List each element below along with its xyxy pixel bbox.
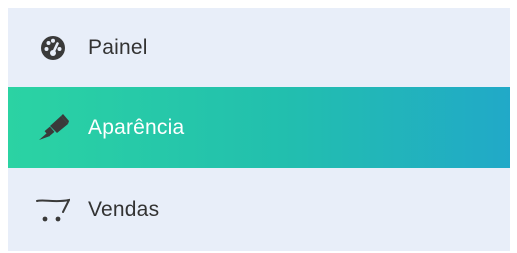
paintbrush-icon [36,111,70,145]
sidebar-item-label: Painel [88,36,148,59]
shopping-cart-icon [36,193,70,227]
sidebar-menu: Painel Aparência Vendas [8,8,510,251]
sidebar-item-label: Vendas [88,197,160,221]
sidebar-item-label: Aparência [88,115,185,139]
sidebar-item-painel[interactable]: Painel [8,8,510,88]
sidebar-item-aparencia[interactable]: Aparência [8,87,510,168]
sidebar-item-vendas[interactable]: Vendas [8,168,510,251]
dashboard-icon [36,31,70,65]
